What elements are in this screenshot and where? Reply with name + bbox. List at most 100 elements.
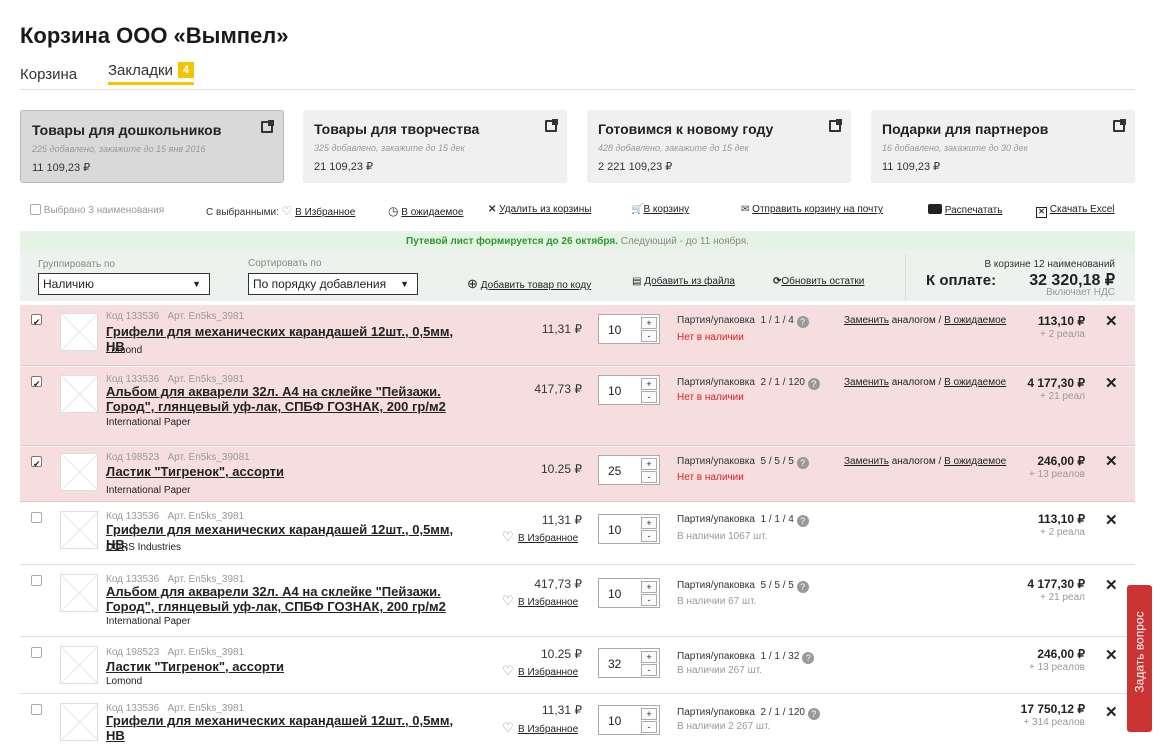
download-excel-link[interactable]: Скачать Excel xyxy=(1050,204,1115,215)
select-all-checkbox[interactable] xyxy=(30,204,41,215)
row-checkbox[interactable] xyxy=(31,704,42,715)
add-to-favorites-link[interactable]: ♡ В Избранное xyxy=(502,594,578,608)
row-bonus: + 314 реалов xyxy=(1023,717,1085,728)
remove-item-button[interactable]: ✕ xyxy=(1105,312,1118,330)
plus-button[interactable]: + xyxy=(641,517,657,529)
remove-item-button[interactable]: ✕ xyxy=(1105,703,1118,721)
print-link[interactable]: Распечатать xyxy=(945,205,1003,216)
minus-button[interactable]: - xyxy=(641,330,657,342)
help-icon[interactable]: ? xyxy=(796,581,809,593)
add-to-favorites-link[interactable]: ♡ В Избранное xyxy=(502,664,578,678)
minus-button[interactable]: - xyxy=(641,594,657,606)
external-link-icon[interactable] xyxy=(545,119,558,132)
plus-button[interactable]: + xyxy=(641,317,657,329)
cart-icon: 🛒 xyxy=(631,204,644,215)
plus-button[interactable]: + xyxy=(641,458,657,470)
product-name[interactable]: Грифели для механических карандашей 12шт… xyxy=(106,324,466,354)
minus-button[interactable]: - xyxy=(641,664,657,676)
add-from-file-button[interactable]: ▤ Добавить из файла xyxy=(632,276,735,287)
list-card[interactable]: Готовимся к новому году 428 добавлено, з… xyxy=(587,110,851,183)
ask-question-button[interactable]: Задать вопрос xyxy=(1127,585,1152,732)
quantity-stepper[interactable]: 10 + - xyxy=(598,705,660,735)
row-checkbox[interactable] xyxy=(31,376,42,387)
replace-link[interactable]: Заменить xyxy=(844,315,889,326)
row-bonus: + 2 реала xyxy=(1039,527,1085,538)
list-card[interactable]: Товары для творчества 325 добавлено, зак… xyxy=(303,110,567,183)
plus-button[interactable]: + xyxy=(641,651,657,663)
plus-button[interactable]: + xyxy=(641,581,657,593)
waitlist-link[interactable]: В ожидаемое xyxy=(944,315,1006,326)
to-favorites-action[interactable]: С выбранными: ♡ В Избранное xyxy=(206,204,355,218)
tab-bookmarks[interactable]: Закладки 4 xyxy=(108,62,195,85)
quantity-stepper[interactable]: 25 + - xyxy=(598,455,660,485)
remove-item-button[interactable]: ✕ xyxy=(1105,646,1118,664)
replace-link[interactable]: Заменить xyxy=(844,377,889,388)
external-link-icon[interactable] xyxy=(1113,119,1126,132)
external-link-icon[interactable] xyxy=(261,120,274,133)
minus-button[interactable]: - xyxy=(641,471,657,483)
minus-button[interactable]: - xyxy=(641,721,657,733)
plus-button[interactable]: + xyxy=(641,378,657,390)
send-email-action[interactable]: ✉ Отправить корзину на почту xyxy=(741,204,883,215)
remove-item-button[interactable]: ✕ xyxy=(1105,576,1118,594)
list-card[interactable]: Товары для дошкольников 225 добавлено, з… xyxy=(20,110,284,183)
close-icon: ✕ xyxy=(488,204,497,215)
group-by-label: Группировать по xyxy=(38,259,115,270)
download-excel-action[interactable]: ✕ Скачать Excel xyxy=(1036,204,1115,218)
remove-action[interactable]: ✕ Удалить из корзины xyxy=(488,204,591,215)
quantity-stepper[interactable]: 10 + - xyxy=(598,578,660,608)
row-checkbox[interactable] xyxy=(31,575,42,586)
row-checkbox[interactable] xyxy=(31,456,42,467)
waitlist-link[interactable]: В ожидаемое xyxy=(944,456,1006,467)
help-icon[interactable]: ? xyxy=(796,457,809,469)
product-name[interactable]: Альбом для акварели 32л. А4 на склейке "… xyxy=(106,384,446,414)
to-cart-link[interactable]: В корзину xyxy=(643,204,689,215)
remove-item-button[interactable]: ✕ xyxy=(1105,511,1118,529)
list-card[interactable]: Подарки для партнеров 16 добавлено, зака… xyxy=(871,110,1135,183)
quantity-stepper[interactable]: 10 + - xyxy=(598,514,660,544)
sort-by-select[interactable]: По порядку добавления ▼ xyxy=(248,273,418,295)
to-waitlist-link[interactable]: В ожидаемое xyxy=(401,207,463,218)
select-all[interactable]: Выбрано 3 наименования xyxy=(30,204,164,216)
replace-link[interactable]: Заменить xyxy=(844,456,889,467)
minus-button[interactable]: - xyxy=(641,530,657,542)
add-by-code-button[interactable]: ⊕ Добавить товар по коду xyxy=(467,276,591,292)
group-by-select[interactable]: Наличию ▼ xyxy=(38,273,210,295)
to-cart-action[interactable]: 🛒В корзину xyxy=(631,204,689,215)
external-link-icon[interactable] xyxy=(829,119,842,132)
row-checkbox[interactable] xyxy=(31,512,42,523)
waitlist-link[interactable]: В ожидаемое xyxy=(944,377,1006,388)
help-icon[interactable]: ? xyxy=(796,316,809,328)
product-name[interactable]: Альбом для акварели 32л. А4 на склейке "… xyxy=(106,584,446,614)
quantity-stepper[interactable]: 10 + - xyxy=(598,314,660,344)
page-title: Корзина ООО «Вымпел» xyxy=(20,23,289,48)
help-icon[interactable]: ? xyxy=(807,708,820,720)
send-email-link[interactable]: Отправить корзину на почту xyxy=(752,204,883,215)
print-action[interactable]: Распечатать xyxy=(928,204,1002,216)
minus-button[interactable]: - xyxy=(641,391,657,403)
remove-link[interactable]: Удалить из корзины xyxy=(499,204,591,215)
row-checkbox[interactable] xyxy=(31,647,42,658)
plus-button[interactable]: + xyxy=(641,708,657,720)
product-name[interactable]: Ластик "Тигренок", ассорти xyxy=(106,659,466,674)
refresh-stock-button[interactable]: ⟳Обновить остатки xyxy=(773,276,864,287)
product-meta: Код 198523 Арт. En5ks_3981 xyxy=(106,647,244,658)
to-waitlist-action[interactable]: ◷ В ожидаемое xyxy=(388,204,463,218)
product-name[interactable]: Грифели для механических карандашей 12шт… xyxy=(106,713,466,743)
row-checkbox[interactable] xyxy=(31,314,42,325)
help-icon[interactable]: ? xyxy=(807,378,820,390)
chevron-down-icon: ▼ xyxy=(400,279,409,289)
remove-item-button[interactable]: ✕ xyxy=(1105,374,1118,392)
add-to-favorites-link[interactable]: ♡ В Избранное xyxy=(502,530,578,544)
to-favorites-link[interactable]: В Избранное xyxy=(295,207,355,218)
add-to-favorites-link[interactable]: ♡ В Избранное xyxy=(502,721,578,735)
quantity-stepper[interactable]: 32 + - xyxy=(598,648,660,678)
product-name[interactable]: Ластик "Тигренок", ассорти xyxy=(106,464,466,479)
pack-info: Партия/упаковка 2 / 1 / 120 ? xyxy=(677,377,820,390)
pack-value: 2 / 1 / 120 xyxy=(760,377,805,388)
help-icon[interactable]: ? xyxy=(796,515,809,527)
remove-item-button[interactable]: ✕ xyxy=(1105,452,1118,470)
help-icon[interactable]: ? xyxy=(802,652,815,664)
tab-cart[interactable]: Корзина xyxy=(20,66,77,83)
quantity-stepper[interactable]: 10 + - xyxy=(598,375,660,405)
